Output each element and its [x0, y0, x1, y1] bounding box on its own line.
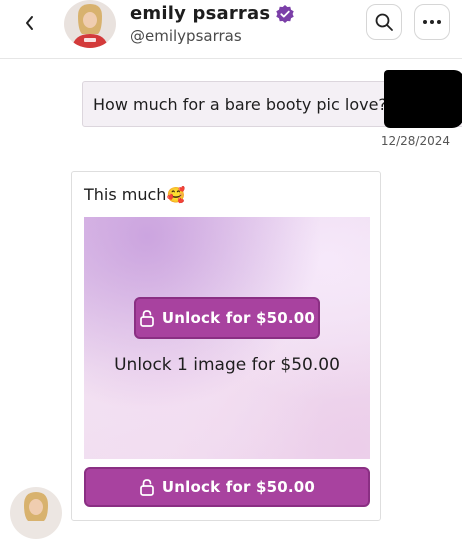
unlock-button-label: Unlock for $50.00 [161, 478, 316, 496]
profile-name: emily psarras [130, 3, 271, 24]
search-icon [375, 13, 393, 31]
unlock-caption: Unlock 1 image for $50.00 [114, 355, 340, 375]
received-message-text: This much [84, 185, 167, 204]
smiling-face-with-hearts-emoji: 🥰 [166, 186, 186, 204]
sender-avatar[interactable] [10, 487, 62, 539]
verified-badge-icon [275, 4, 295, 24]
message-timestamp: 12/28/2024 [380, 134, 450, 148]
profile-handle: @emilypsarras [130, 27, 242, 45]
unlock-purchase-button[interactable]: Unlock for $50.00 [84, 467, 370, 507]
received-message-line: This much🥰 [84, 185, 185, 204]
search-button[interactable] [366, 4, 402, 40]
received-message-card: This much🥰 Unlock for $50.00 Unlock 1 im… [71, 171, 381, 521]
unlock-media-button[interactable]: Unlock for $50.00 [134, 297, 320, 339]
chevron-left-icon [26, 16, 33, 30]
back-button[interactable] [18, 11, 42, 35]
lock-icon [139, 478, 155, 496]
lock-icon [139, 309, 155, 327]
avatar[interactable] [64, 0, 116, 48]
locked-media-preview[interactable]: Unlock for $50.00 Unlock 1 image for $50… [84, 217, 370, 459]
more-horizontal-icon [423, 20, 441, 24]
sent-message-text: How much for a bare booty pic love? [93, 94, 387, 114]
more-options-button[interactable] [414, 4, 450, 40]
redaction-block [384, 70, 462, 128]
unlock-button-label: Unlock for $50.00 [161, 309, 316, 327]
profile-name-row[interactable]: emily psarras [130, 3, 295, 24]
chat-header: emily psarras @emilypsarras [0, 0, 462, 59]
